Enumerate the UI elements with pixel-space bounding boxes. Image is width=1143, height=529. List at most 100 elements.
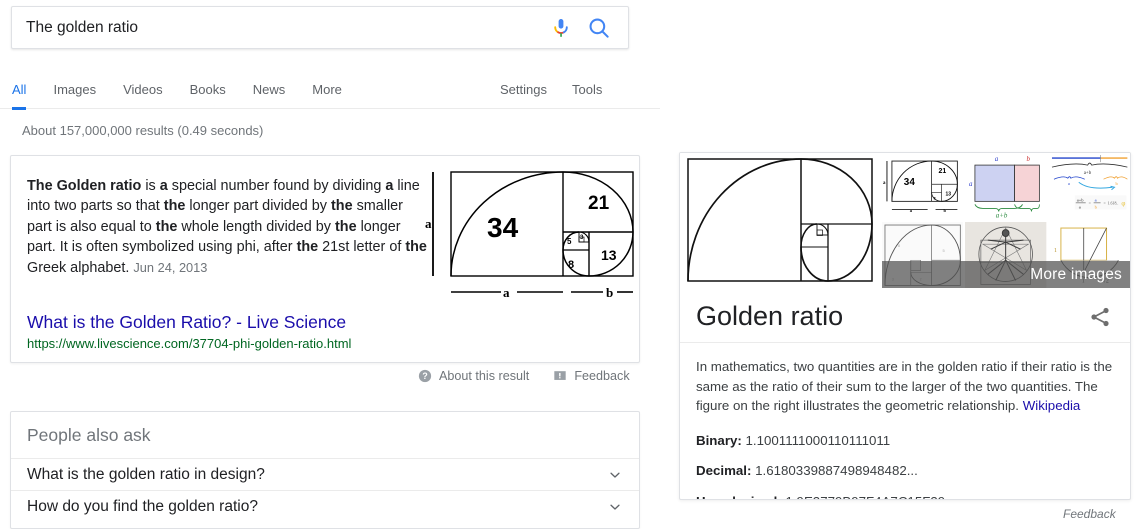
fact-binary-value: 1.1001111000110111011 bbox=[745, 433, 891, 449]
snippet-run: a bbox=[159, 178, 168, 194]
snippet-run: 21st letter of bbox=[318, 239, 406, 256]
search-icon[interactable] bbox=[584, 13, 614, 43]
question-circle-icon: ? bbox=[418, 369, 432, 383]
svg-text:13: 13 bbox=[945, 191, 951, 197]
svg-text:b: b bbox=[606, 285, 613, 300]
svg-text:8: 8 bbox=[934, 196, 936, 200]
svg-text:13: 13 bbox=[601, 247, 617, 263]
tab-videos[interactable]: Videos bbox=[123, 72, 163, 110]
paa-question-1[interactable]: What is the golden ratio in design? bbox=[11, 459, 639, 491]
svg-text:1.618..: 1.618.. bbox=[1107, 200, 1118, 205]
svg-text:a: a bbox=[995, 155, 999, 163]
featured-snippet-card: The Golden ratio is a special number fou… bbox=[10, 155, 640, 363]
tab-settings[interactable]: Settings bbox=[500, 72, 547, 110]
snippet-run: longer part divided by bbox=[185, 198, 331, 215]
knowledge-panel-image-strip: a 34 21 13 8 a b a b a a+b a+b a b a+b a… bbox=[680, 153, 1130, 288]
knowledge-panel-title-row: Golden ratio bbox=[680, 288, 1130, 344]
svg-text:34: 34 bbox=[904, 177, 915, 188]
svg-text:a: a bbox=[1094, 197, 1096, 202]
snippet-runs: The Golden ratio is a special number fou… bbox=[27, 178, 427, 276]
fact-decimal: Decimal: 1.6180339887498948482... bbox=[696, 461, 1114, 480]
snippet-result-link: What is the Golden Ratio? - Live Science… bbox=[27, 312, 351, 353]
svg-text:21: 21 bbox=[939, 168, 947, 175]
snippet-run: Greek alphabet. bbox=[27, 259, 130, 276]
about-this-result-label: About this result bbox=[439, 369, 530, 383]
svg-text:a: a bbox=[1078, 204, 1080, 209]
fact-binary: Binary: 1.1001111000110111011 bbox=[696, 431, 1114, 450]
snippet-run: whole length divided by bbox=[177, 218, 335, 235]
snippet-run: the bbox=[163, 198, 186, 215]
search-nav-tabs: All Images Videos Books News More Settin… bbox=[0, 72, 660, 110]
wikipedia-link[interactable]: Wikipedia bbox=[1023, 398, 1081, 413]
svg-text:a+b: a+b bbox=[996, 211, 1008, 219]
more-images-button[interactable]: More images bbox=[882, 261, 1130, 288]
tab-images[interactable]: Images bbox=[53, 72, 96, 110]
fact-binary-label: Binary: bbox=[696, 433, 742, 449]
svg-text:a+b: a+b bbox=[1076, 197, 1083, 202]
nav-secondary-tabs: Settings Tools bbox=[500, 72, 627, 110]
snippet-run: the bbox=[296, 239, 319, 256]
chevron-down-icon[interactable] bbox=[607, 499, 623, 515]
svg-text:b: b bbox=[1027, 155, 1031, 163]
svg-text:φ: φ bbox=[1121, 199, 1125, 207]
tab-more[interactable]: More bbox=[312, 72, 342, 110]
kp-thumbnail-3[interactable]: a+b a b a+b a = a b = 1.618.. φ bbox=[1048, 153, 1130, 220]
knowledge-panel-body: In mathematics, two quantities are in th… bbox=[680, 343, 1130, 499]
snippet-run: the bbox=[330, 198, 353, 215]
kp-hero-image[interactable] bbox=[680, 153, 882, 288]
snippet-paragraph: The Golden ratio is a special number fou… bbox=[27, 176, 427, 278]
fact-hexadecimal: Hexadecimal: 1.9E3779B97F4A7C15F39 bbox=[696, 492, 1114, 499]
snippet-run: The Golden ratio bbox=[27, 178, 142, 194]
svg-text:a: a bbox=[425, 216, 432, 231]
svg-text:21: 21 bbox=[588, 193, 610, 214]
knowledge-panel-facts: Binary: 1.1001111000110111011 Decimal: 1… bbox=[696, 431, 1114, 499]
snippet-run: special number found by dividing bbox=[167, 178, 386, 194]
knowledge-panel-description: In mathematics, two quantities are in th… bbox=[696, 357, 1114, 416]
svg-text:a: a bbox=[1068, 181, 1070, 186]
tab-all[interactable]: All bbox=[12, 72, 27, 110]
fact-decimal-label: Decimal: bbox=[696, 463, 752, 479]
about-this-result-button[interactable]: ? About this result bbox=[418, 369, 529, 383]
kp-thumbnail-1[interactable]: a 34 21 13 8 a b bbox=[882, 153, 964, 220]
search-input[interactable] bbox=[12, 18, 548, 37]
google-search-results-page: All Images Videos Books News More Settin… bbox=[0, 0, 1143, 529]
svg-text:5: 5 bbox=[567, 237, 572, 246]
about-result-row: ? About this result Feedback bbox=[418, 369, 630, 383]
tab-books[interactable]: Books bbox=[190, 72, 226, 110]
fact-hexadecimal-value: 1.9E3779B97F4A7C15F39 bbox=[785, 494, 945, 499]
fibonacci-spiral-diagram: a 34 21 13 8 5 3 a b bbox=[421, 164, 639, 304]
snippet-run: is bbox=[141, 178, 160, 194]
svg-text:a: a bbox=[969, 180, 973, 188]
snippet-title-link[interactable]: What is the Golden Ratio? - Live Science bbox=[27, 312, 351, 334]
kp-thumbnail-grid: a 34 21 13 8 a b a b a a+b a+b a b a+b a… bbox=[882, 153, 1130, 288]
result-stats: About 157,000,000 results (0.49 seconds) bbox=[22, 123, 264, 138]
share-icon[interactable] bbox=[1088, 305, 1112, 329]
snippet-url[interactable]: https://www.livescience.com/37704-phi-go… bbox=[27, 336, 351, 353]
paa-question-1-label: What is the golden ratio in design? bbox=[27, 465, 265, 483]
people-also-ask-card: People also ask What is the golden ratio… bbox=[10, 411, 640, 529]
feedback-label: Feedback bbox=[574, 369, 630, 383]
chevron-down-icon[interactable] bbox=[607, 467, 623, 483]
svg-text:8: 8 bbox=[568, 259, 574, 271]
fact-hexadecimal-label: Hexadecimal: bbox=[696, 494, 782, 499]
paa-question-2[interactable]: How do you find the golden ratio? bbox=[11, 491, 639, 523]
knowledge-panel: a 34 21 13 8 a b a b a a+b a+b a b a+b a… bbox=[679, 152, 1131, 500]
tab-tools[interactable]: Tools bbox=[572, 72, 602, 110]
paa-question-2-label: How do you find the golden ratio? bbox=[27, 498, 258, 515]
svg-text:a: a bbox=[503, 285, 510, 300]
people-also-ask-title: People also ask bbox=[11, 412, 639, 459]
svg-text:a+b: a+b bbox=[1083, 171, 1091, 176]
snippet-run: the bbox=[155, 218, 178, 235]
svg-text:1: 1 bbox=[1054, 248, 1057, 254]
knowledge-panel-feedback-link[interactable]: Feedback bbox=[1063, 507, 1116, 521]
search-box[interactable] bbox=[11, 6, 629, 49]
snippet-run: the bbox=[335, 218, 357, 235]
kp-thumbnail-2[interactable]: a b a a+b bbox=[965, 153, 1047, 220]
fact-decimal-value: 1.6180339887498948482... bbox=[755, 463, 918, 479]
svg-text:3: 3 bbox=[580, 235, 584, 241]
tab-news[interactable]: News bbox=[253, 72, 286, 110]
snippet-date: Jun 24, 2013 bbox=[133, 259, 208, 275]
feedback-button[interactable]: Feedback bbox=[553, 369, 630, 383]
microphone-icon[interactable] bbox=[548, 15, 574, 41]
nav-primary-tabs: All Images Videos Books News More bbox=[12, 72, 369, 110]
